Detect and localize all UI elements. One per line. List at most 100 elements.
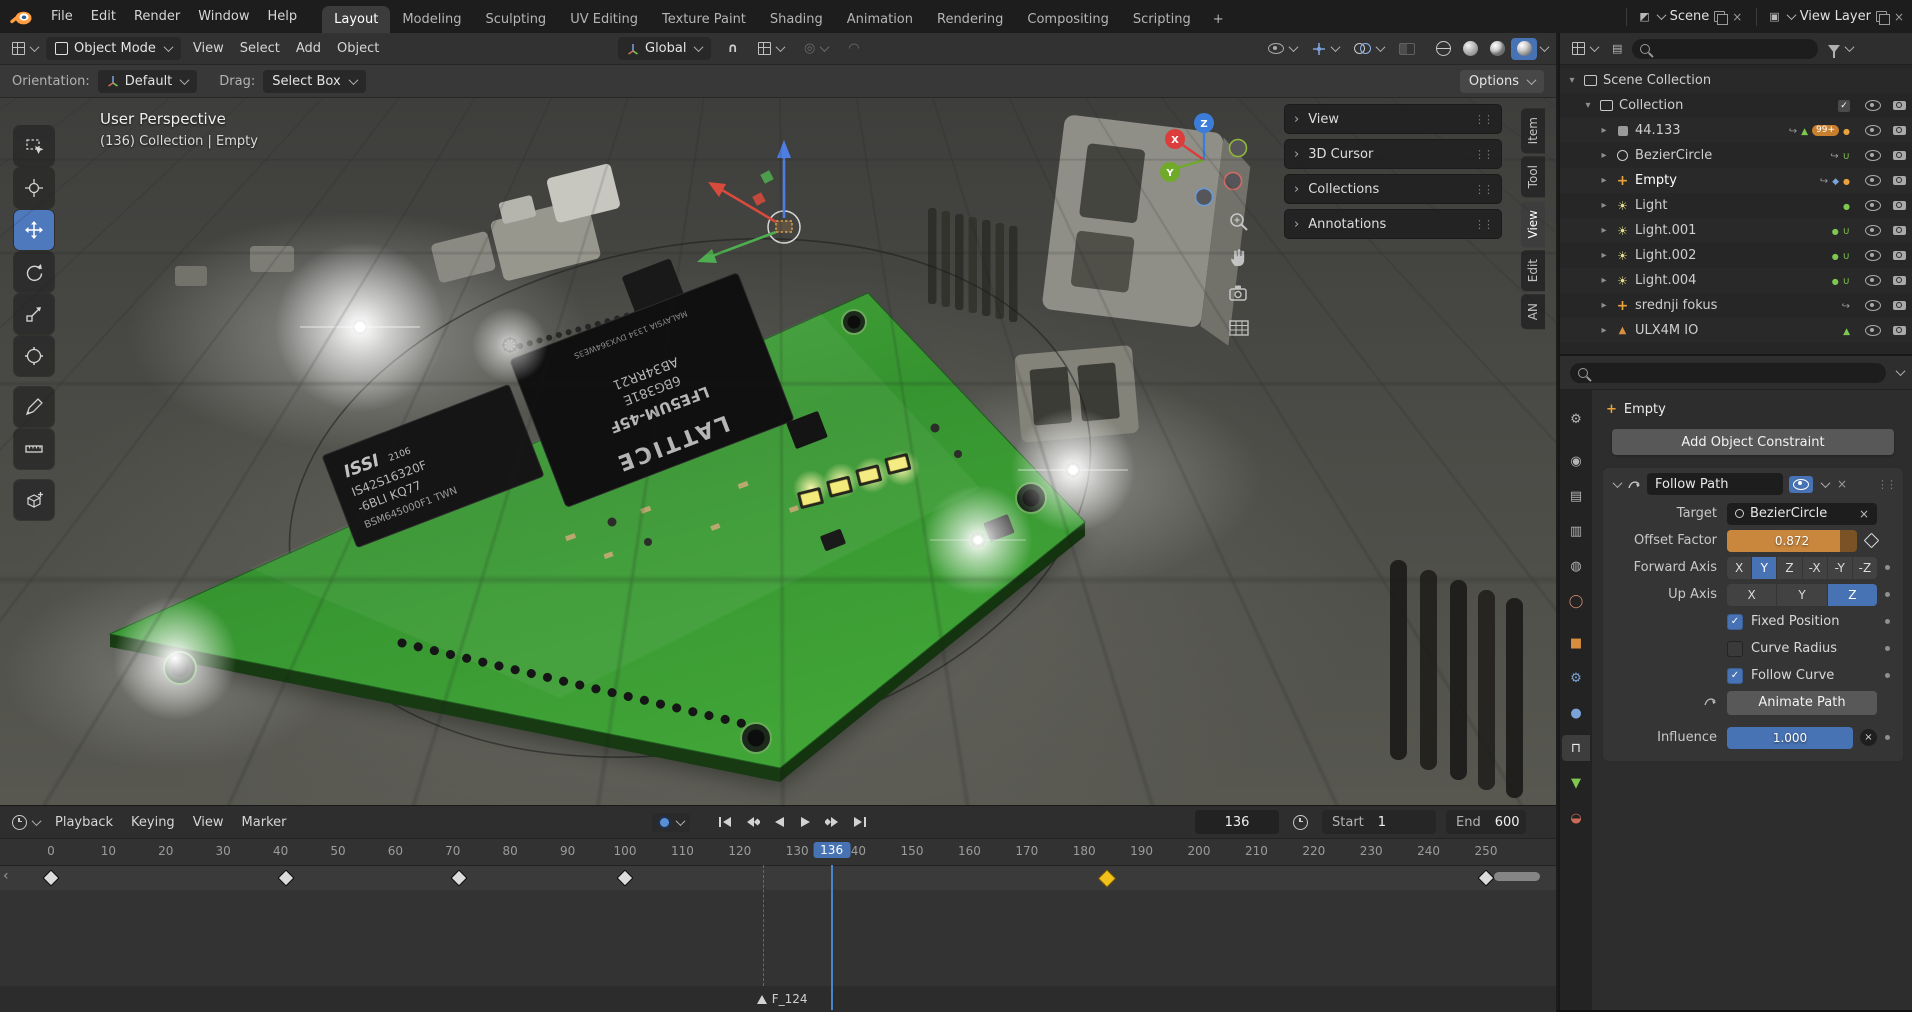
tool-measure[interactable] xyxy=(14,429,54,469)
workspace-tab-shading[interactable]: Shading xyxy=(758,6,835,33)
animate-dot[interactable] xyxy=(1885,619,1890,624)
drag-dots-icon[interactable]: ⋮⋮ xyxy=(1474,113,1492,126)
axis-z-neg[interactable] xyxy=(1196,189,1213,206)
outliner-row-light-001[interactable]: ▸☀Light.001●∪ xyxy=(1560,218,1912,243)
visibility-menu[interactable] xyxy=(1264,40,1301,57)
xray-toggle[interactable] xyxy=(1395,40,1419,58)
snap-toggle[interactable]: ∩ xyxy=(723,39,742,58)
outliner-row-light[interactable]: ▸☀Light● xyxy=(1560,193,1912,218)
keyframe-diamond-button[interactable] xyxy=(1864,533,1880,549)
prev-keyframe-button[interactable] xyxy=(739,810,764,834)
proportional-falloff[interactable]: ◠ xyxy=(844,39,863,58)
hide-viewport-toggle[interactable] xyxy=(1865,325,1881,336)
outliner-row-44-133[interactable]: ▸44.133↪▲99+● xyxy=(1560,118,1912,143)
delete-scene-icon[interactable]: × xyxy=(1730,10,1744,24)
disclosure-triangle-icon[interactable]: ▸ xyxy=(1598,150,1610,161)
up-axis-z[interactable]: Z xyxy=(1828,584,1877,606)
playhead-frame-badge[interactable]: 136 xyxy=(813,842,850,858)
workspace-tab-layout[interactable]: Layout xyxy=(322,6,390,33)
target-object-field[interactable]: BezierCircle× xyxy=(1727,503,1877,525)
outliner-editor-selector[interactable] xyxy=(1568,39,1602,58)
jump-to-start-button[interactable] xyxy=(712,810,737,834)
workspace-tab-scripting[interactable]: Scripting xyxy=(1121,6,1203,33)
proportional-edit-toggle[interactable]: ◎ xyxy=(800,39,832,58)
workspace-tab-texture-paint[interactable]: Texture Paint xyxy=(650,6,758,33)
properties-tab-constraints[interactable]: ⊓ xyxy=(1562,735,1590,761)
topbar-menu-window[interactable]: Window xyxy=(189,5,258,28)
sidebar-tab-edit[interactable]: Edit xyxy=(1521,250,1545,291)
snap-settings[interactable] xyxy=(754,39,788,58)
sidebar-tab-item[interactable]: Item xyxy=(1521,108,1545,153)
properties-tab-material[interactable]: ◒ xyxy=(1562,805,1590,831)
keyframe-diamond[interactable] xyxy=(450,870,467,887)
collection-checkbox[interactable]: ✓ xyxy=(1838,100,1850,112)
gizmo-y-arrow[interactable] xyxy=(712,232,776,256)
offset-factor-slider[interactable]: 0.872 xyxy=(1727,530,1857,552)
disable-render-toggle[interactable] xyxy=(1893,126,1906,135)
hide-viewport-toggle[interactable] xyxy=(1865,225,1881,236)
properties-tab-tool[interactable]: ⚙ xyxy=(1562,406,1590,432)
viewport-menu-object[interactable]: Object xyxy=(329,38,387,59)
shading-solid-button[interactable] xyxy=(1457,38,1483,60)
clear-keyframe-button[interactable]: × xyxy=(1860,729,1877,746)
npanel-section-annotations[interactable]: ›Annotations⋮⋮ xyxy=(1284,209,1502,239)
panel-expand-chevron[interactable] xyxy=(1613,478,1623,488)
gizmos-menu[interactable] xyxy=(1308,39,1343,59)
workspace-tab-rendering[interactable]: Rendering xyxy=(925,6,1015,33)
disclosure-triangle-icon[interactable]: ▾ xyxy=(1566,75,1578,86)
topbar-menu-file[interactable]: File xyxy=(42,5,82,28)
drag-dots-icon[interactable]: ⋮⋮ xyxy=(1474,218,1492,231)
disable-render-toggle[interactable] xyxy=(1893,251,1906,260)
timeline-tracks[interactable] xyxy=(0,866,1556,1012)
transform-orientation-selector[interactable]: Global xyxy=(618,37,711,60)
animate-path-button[interactable]: Animate Path xyxy=(1727,691,1877,715)
viewport-menu-add[interactable]: Add xyxy=(288,38,329,59)
preview-range-toggle[interactable] xyxy=(1289,812,1312,833)
disclosure-triangle-icon[interactable]: ▾ xyxy=(1582,100,1594,111)
properties-options-chevron[interactable] xyxy=(1896,366,1906,376)
timeline-editor-selector[interactable] xyxy=(8,812,44,833)
workspace-tab-animation[interactable]: Animation xyxy=(835,6,925,33)
workspace-tab-modeling[interactable]: Modeling xyxy=(390,6,473,33)
properties-search-input[interactable] xyxy=(1570,363,1886,383)
shading-options-chevron[interactable] xyxy=(1540,42,1550,52)
orientation-setting-dropdown[interactable]: Default xyxy=(98,70,198,93)
keyframe-diamond[interactable] xyxy=(43,870,60,887)
tool-select-box[interactable] xyxy=(14,126,54,166)
jump-to-end-button[interactable] xyxy=(847,810,872,834)
hide-viewport-toggle[interactable] xyxy=(1865,300,1881,311)
topbar-menu-help[interactable]: Help xyxy=(259,5,307,28)
hide-viewport-toggle[interactable] xyxy=(1865,125,1881,136)
outliner-row-scene-collection[interactable]: ▾Scene Collection xyxy=(1560,68,1912,93)
3d-viewport[interactable]: LATTICE LFE5UM-45F 6BG381E AB34RR21 MALA… xyxy=(0,98,1556,805)
ortho-grid-button[interactable] xyxy=(1226,315,1252,341)
timeline-menu-marker[interactable]: Marker xyxy=(233,811,296,834)
animate-dot[interactable] xyxy=(1885,565,1890,570)
keyframe-diamond[interactable] xyxy=(1478,870,1495,887)
npanel-section-view[interactable]: ›View⋮⋮ xyxy=(1284,104,1502,134)
properties-tab-output[interactable]: ▤ xyxy=(1562,483,1590,509)
properties-tab-render[interactable]: ◉ xyxy=(1562,448,1590,474)
disclosure-triangle-icon[interactable]: ▸ xyxy=(1598,250,1610,261)
tool-annotate[interactable] xyxy=(14,387,54,427)
drag-setting-dropdown[interactable]: Select Box xyxy=(263,70,365,93)
disclosure-triangle-icon[interactable]: ▸ xyxy=(1598,225,1610,236)
properties-tab-world[interactable]: ◯ xyxy=(1562,588,1590,614)
constraint-extras-chevron[interactable] xyxy=(1821,478,1831,488)
disclosure-triangle-icon[interactable]: ▸ xyxy=(1598,275,1610,286)
channel-region-toggle[interactable]: ‹ xyxy=(3,868,9,884)
drag-handle-icon[interactable]: ⋮⋮ xyxy=(1877,478,1895,491)
delete-constraint-icon[interactable]: × xyxy=(1835,477,1849,491)
keyframe-diamond[interactable] xyxy=(1098,869,1116,887)
properties-tab-object-data[interactable]: ▼ xyxy=(1562,770,1590,796)
drag-dots-icon[interactable]: ⋮⋮ xyxy=(1474,148,1492,161)
disclosure-triangle-icon[interactable]: ▸ xyxy=(1598,125,1610,136)
start-frame-field[interactable]: Start1 xyxy=(1322,810,1436,834)
scene-selector[interactable]: ◩ Scene × xyxy=(1633,6,1750,27)
hide-viewport-toggle[interactable] xyxy=(1865,150,1881,161)
outliner-row-empty[interactable]: ▸+Empty↪◆● xyxy=(1560,168,1912,193)
add-object-constraint-button[interactable]: Add Object Constraint xyxy=(1612,429,1894,455)
options-dropdown[interactable]: Options xyxy=(1460,70,1544,93)
shading-wireframe-button[interactable] xyxy=(1430,38,1456,60)
outliner-row-beziercircle[interactable]: ▸BezierCircle↪∪ xyxy=(1560,143,1912,168)
